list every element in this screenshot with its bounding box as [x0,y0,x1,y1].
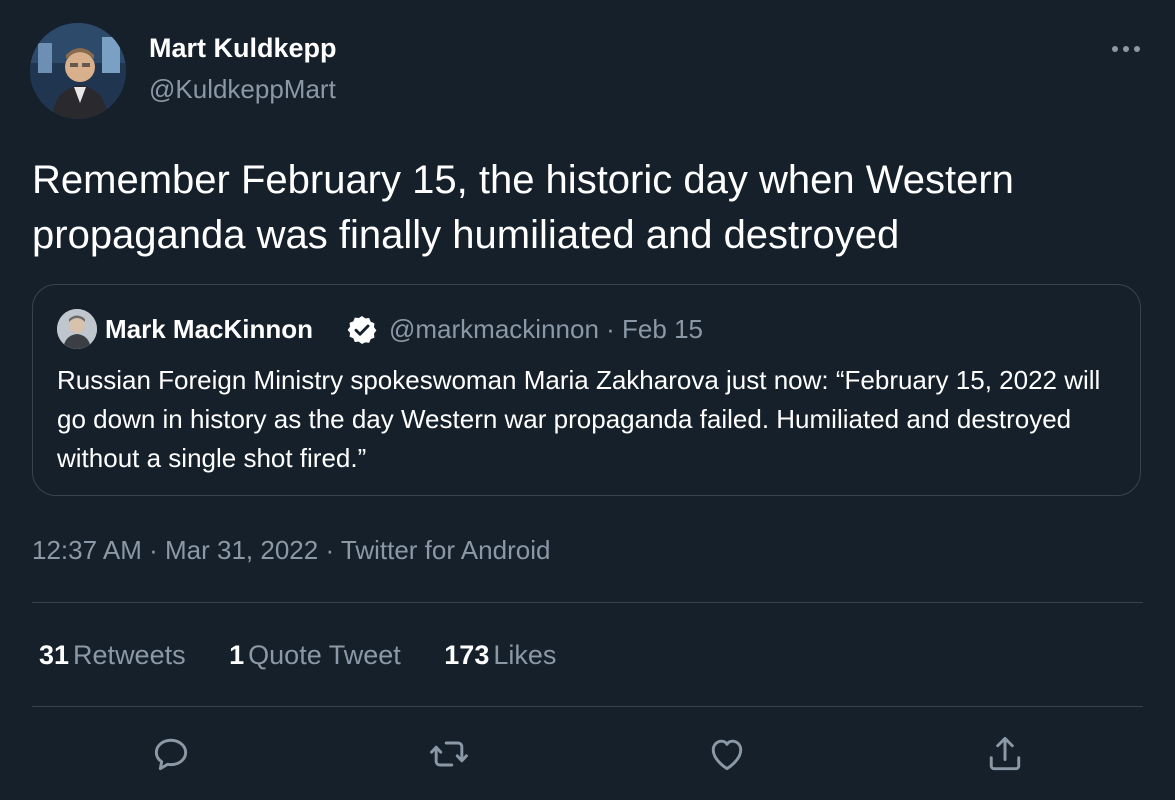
quoted-author-avatar [57,309,97,349]
retweet-icon [430,741,468,767]
author-name[interactable]: Mart Kuldkepp [149,33,337,64]
more-dots-icon [1112,46,1140,52]
tweet-detail: Mart Kuldkepp @KuldkeppMart Remember Feb… [0,0,1175,800]
likes-stat[interactable]: 173 Likes [444,640,556,671]
likes-count: 173 [444,640,490,670]
retweets-count: 31 [39,640,70,670]
quotes-count: 1 [229,640,245,670]
reply-button[interactable] [149,732,193,776]
quoted-author-name: Mark MacKinnon [105,314,314,344]
retweets-label: Retweets [73,640,186,670]
heart-icon [711,739,743,771]
verified-badge-icon [346,314,378,346]
likes-label: Likes [493,640,557,670]
author-handle[interactable]: @KuldkeppMart [149,74,336,105]
divider [32,602,1143,603]
meta-separator: · [325,535,335,565]
retweet-button[interactable] [427,732,471,776]
meta-separator: · [149,535,158,565]
tweet-timestamp: 12:37 AM · Mar 31, 2022 · Twitter for An… [32,535,550,566]
tweet-text: Remember February 15, the historic day w… [32,158,1014,257]
tweet-source[interactable]: Twitter for Android [341,535,551,565]
quote-tweets-stat[interactable]: 1 Quote Tweet [229,640,401,671]
quoted-tweet-text: Russian Foreign Ministry spokeswoman Mar… [57,365,1101,473]
avatar-photo-icon [57,309,97,349]
like-button[interactable] [705,732,749,776]
quoted-tweet-card[interactable]: Mark MacKinnon @markmackinnon · Feb 15 R… [32,284,1141,496]
quoted-author-handle: @markmackinnon [389,314,599,344]
meta-separator: · [606,314,615,344]
more-options-button[interactable] [1106,34,1146,64]
tweet-date[interactable]: Mar 31, 2022 [165,535,318,565]
tweet-time[interactable]: 12:37 AM [32,535,142,565]
quoted-tweet-meta: @markmackinnon · Feb 15 [389,314,703,345]
quoted-tweet-date: Feb 15 [622,314,703,344]
share-button[interactable] [983,732,1027,776]
retweets-stat[interactable]: 31 Retweets [39,640,186,671]
share-icon [989,736,1021,771]
author-avatar[interactable] [30,23,126,119]
reply-icon [154,738,188,771]
avatar-photo-icon [30,23,126,119]
divider [32,706,1143,707]
quotes-label: Quote Tweet [248,640,401,670]
engagement-stats: 31 Retweets 1 Quote Tweet 173 Likes [39,640,592,671]
